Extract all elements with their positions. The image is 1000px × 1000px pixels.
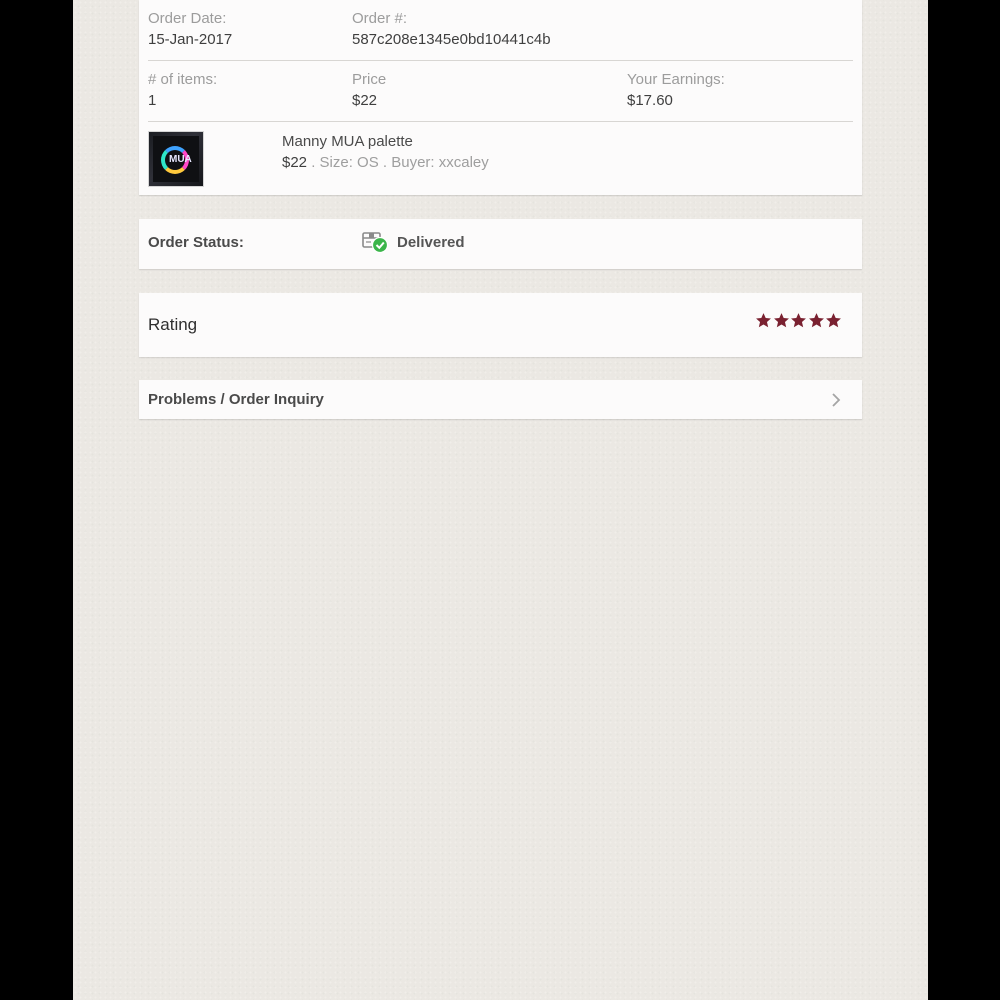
order-status-card: Order Status: Delivered <box>139 219 862 269</box>
order-details-screen: Order Date: 15-Jan-2017 Order #: 587c208… <box>73 0 928 1000</box>
order-number-field: Order #: 587c208e1345e0bd10441c4b <box>352 9 551 51</box>
divider <box>148 121 853 122</box>
earnings-field: Your Earnings: $17.60 <box>627 70 725 112</box>
order-date-label: Order Date: <box>148 10 227 27</box>
item-count-field: # of items: 1 <box>148 70 217 112</box>
star-icon <box>826 313 841 328</box>
order-details-card: Order Date: 15-Jan-2017 Order #: 587c208… <box>139 0 862 195</box>
rating-label: Rating <box>148 315 198 334</box>
thumbnail-logo-text: MUA <box>169 154 192 165</box>
star-icon <box>808 313 824 328</box>
item-count-value: 1 <box>148 92 157 109</box>
divider <box>148 60 853 61</box>
item-title[interactable]: Manny MUA palette <box>282 132 413 152</box>
item-thumbnail[interactable]: MUA <box>148 131 204 187</box>
package-delivered-icon <box>362 232 389 254</box>
order-status-value: Delivered <box>397 234 465 251</box>
star-icon <box>756 313 771 328</box>
rating-card: Rating <box>139 293 862 357</box>
item-meta: $22 . Size: OS . Buyer: xxcaley <box>282 153 489 173</box>
price-field: Price $22 <box>352 70 386 112</box>
price-value: $22 <box>352 92 378 109</box>
star-icon <box>773 313 789 328</box>
order-status-label: Order Status: <box>148 234 244 251</box>
order-number-label: Order #: <box>352 10 408 27</box>
star-icon <box>791 313 806 328</box>
price-label: Price <box>352 71 387 88</box>
order-inquiry-row[interactable]: Problems / Order Inquiry <box>139 380 862 419</box>
rating-stars[interactable] <box>755 312 843 330</box>
chevron-right-icon <box>832 393 841 407</box>
order-date-value: 15-Jan-2017 <box>148 31 233 48</box>
order-date-field: Order Date: 15-Jan-2017 <box>148 9 232 51</box>
order-inquiry-label: Problems / Order Inquiry <box>148 391 324 408</box>
earnings-label: Your Earnings: <box>627 71 725 88</box>
order-number-value: 587c208e1345e0bd10441c4b <box>352 31 551 48</box>
item-price: $22 <box>282 154 308 171</box>
earnings-value: $17.60 <box>627 92 673 109</box>
item-size-buyer: . Size: OS . Buyer: xxcaley <box>307 154 489 171</box>
item-count-label: # of items: <box>148 71 218 88</box>
